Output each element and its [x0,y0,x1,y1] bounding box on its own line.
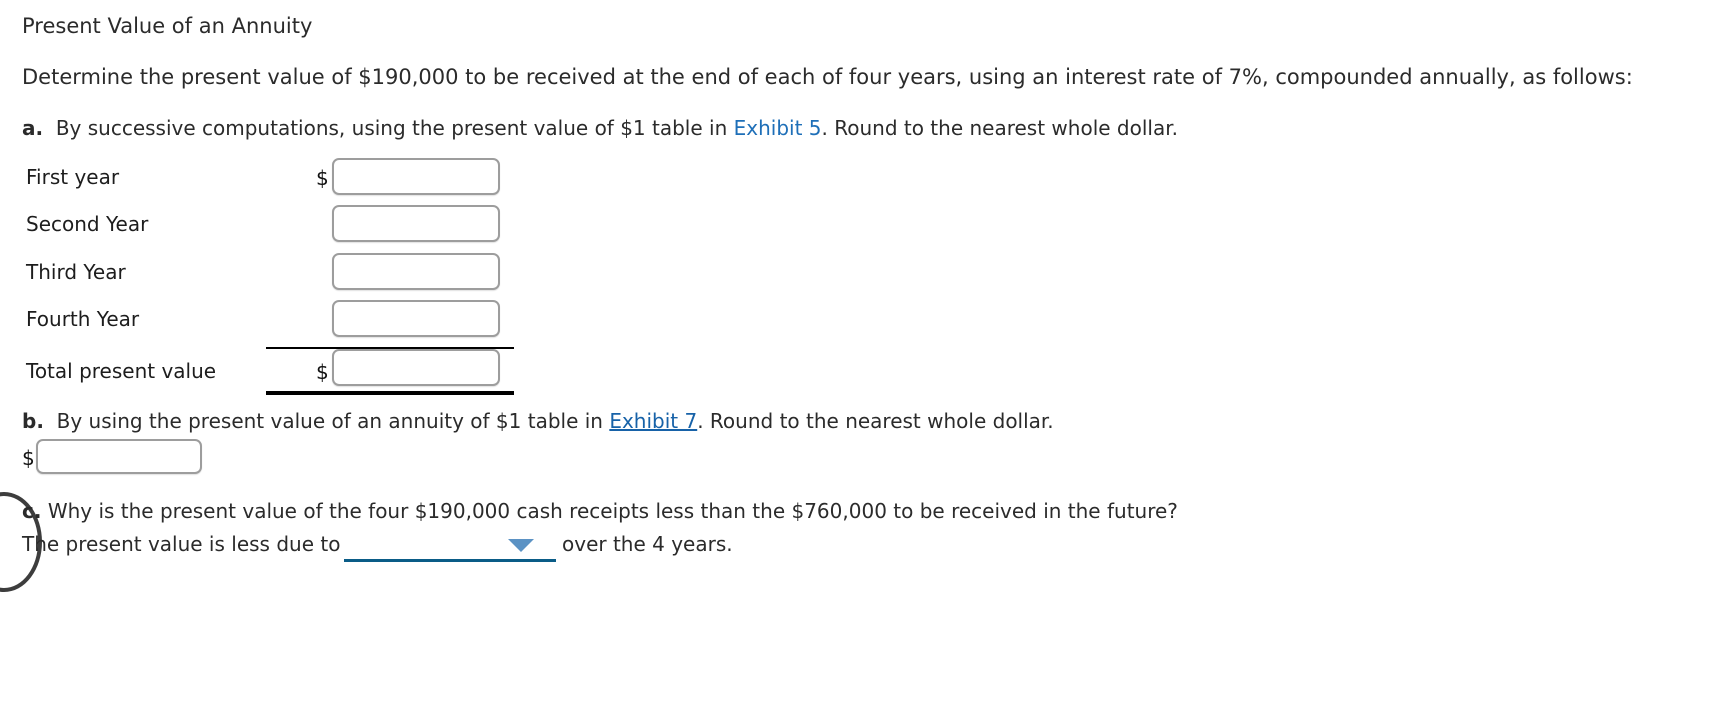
exhibit-7-link[interactable]: Exhibit 7 [609,409,697,433]
part-b-marker: b. [22,409,44,433]
page-title: Present Value of an Annuity [22,14,313,38]
part-c-marker: c. [22,499,42,523]
part-c-answer-suffix-wrap: over the 4 years. [562,531,733,558]
reason-dropdown[interactable] [344,530,556,562]
row-label-fourth-year: Fourth Year [26,307,140,331]
part-a-text-lead: By successive computations, using the pr… [55,116,734,140]
worksheet-page: Present Value of an Annuity Determine th… [0,0,1720,706]
row-label-total-present-value: Total present value [26,359,217,383]
chevron-down-icon [508,539,534,552]
part-c-answer-prefix: The present value is less due to [22,532,341,556]
input-fourth-year[interactable] [332,300,500,337]
part-b-text-lead: By using the present value of an annuity… [56,409,610,433]
row-label-first-year: First year [26,165,120,189]
input-part-b-annuity[interactable] [36,439,202,474]
part-c-question-text: Why is the present value of the four $19… [47,499,1178,523]
input-total-present-value[interactable] [332,349,500,386]
dropdown-underline [344,559,556,562]
part-a-text-before [43,116,56,140]
dollar-sign-part-b: $ [22,446,35,470]
input-first-year[interactable] [332,158,500,195]
part-a-marker: a. [22,116,44,140]
total-rule [266,391,514,395]
part-b-gap [44,409,57,433]
dollar-sign-first-year: $ [316,166,329,190]
row-label-third-year: Third Year [26,260,126,284]
input-third-year[interactable] [332,253,500,290]
dollar-sign-total: $ [316,360,329,384]
part-a-text-tail: . Round to the nearest whole dollar. [821,116,1178,140]
part-c-answer-line: The present value is less due to [22,531,340,558]
part-a-instruction: a. By successive computations, using the… [22,115,1178,142]
part-c-question: c. Why is the present value of the four … [22,498,1178,525]
part-b-text-tail: . Round to the nearest whole dollar. [697,409,1054,433]
problem-statement: Determine the present value of $190,000 … [22,65,1633,89]
input-second-year[interactable] [332,205,500,242]
part-c-answer-suffix: over the 4 years. [562,532,733,556]
exhibit-5-link[interactable]: Exhibit 5 [734,116,822,140]
part-b-instruction: b. By using the present value of an annu… [22,408,1054,435]
row-label-second-year: Second Year [26,212,149,236]
